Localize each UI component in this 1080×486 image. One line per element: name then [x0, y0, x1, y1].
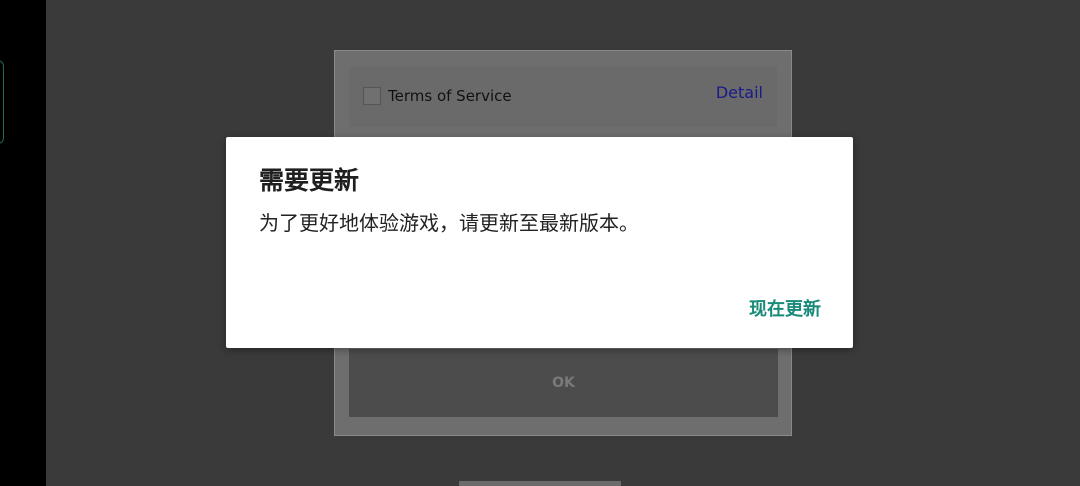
- terms-checkbox[interactable]: [363, 87, 381, 105]
- dialog-message: 为了更好地体验游戏，请更新至最新版本。: [259, 211, 639, 235]
- update-now-button[interactable]: 现在更新: [749, 297, 821, 323]
- terms-row: Terms of Service Detail: [349, 67, 777, 127]
- bottom-handle-bar: [459, 481, 621, 486]
- terms-label: Terms of Service: [388, 87, 512, 105]
- ok-button[interactable]: OK: [349, 349, 778, 417]
- left-side-strip: [0, 0, 46, 486]
- update-dialog: 需要更新 为了更好地体验游戏，请更新至最新版本。 现在更新: [226, 137, 853, 348]
- side-drawer-handle[interactable]: [0, 60, 4, 144]
- dialog-title: 需要更新: [259, 166, 360, 195]
- terms-detail-link[interactable]: Detail: [716, 84, 763, 102]
